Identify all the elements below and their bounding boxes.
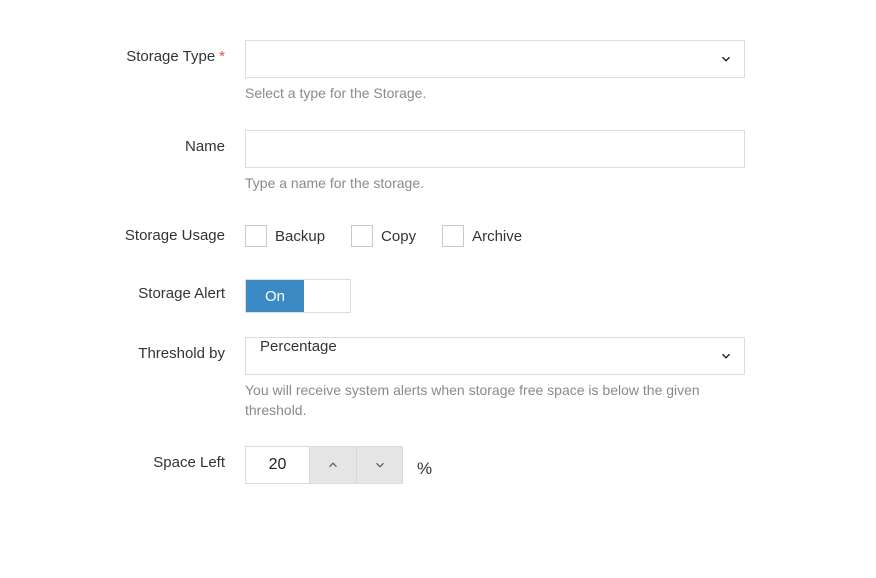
threshold-by-hint: You will receive system alerts when stor… bbox=[245, 381, 745, 420]
toggle-on-label: On bbox=[246, 280, 304, 312]
stepper-up-button[interactable] bbox=[310, 447, 356, 483]
chevron-down-icon bbox=[373, 458, 387, 472]
stepper-down-button[interactable] bbox=[356, 447, 402, 483]
storage-form: Storage Type* Select a type for the Stor… bbox=[0, 0, 876, 528]
name-hint: Type a name for the storage. bbox=[245, 174, 745, 194]
threshold-by-value: Percentage bbox=[260, 338, 337, 355]
checkbox-box bbox=[245, 225, 267, 247]
storage-type-select[interactable] bbox=[245, 40, 745, 78]
storage-type-label-text: Storage Type bbox=[126, 48, 215, 65]
storage-alert-label: Storage Alert bbox=[0, 279, 245, 302]
row-name: Name Type a name for the storage. bbox=[0, 130, 816, 216]
space-left-stepper: 20 bbox=[245, 446, 403, 484]
space-left-label: Space Left bbox=[0, 446, 245, 471]
checkbox-archive[interactable]: Archive bbox=[442, 225, 522, 247]
checkbox-backup[interactable]: Backup bbox=[245, 225, 325, 247]
toggle-off-segment bbox=[304, 280, 350, 312]
required-marker: * bbox=[219, 48, 225, 65]
storage-usage-label: Storage Usage bbox=[0, 219, 245, 244]
checkbox-box bbox=[442, 225, 464, 247]
row-space-left: Space Left 20 % bbox=[0, 446, 816, 484]
name-input[interactable] bbox=[245, 130, 745, 168]
checkbox-copy[interactable]: Copy bbox=[351, 225, 416, 247]
threshold-by-select[interactable]: Percentage bbox=[245, 337, 745, 375]
name-label: Name bbox=[0, 130, 245, 155]
threshold-by-label: Threshold by bbox=[0, 337, 245, 362]
chevron-up-icon bbox=[326, 458, 340, 472]
storage-type-label: Storage Type* bbox=[0, 40, 245, 65]
storage-type-hint: Select a type for the Storage. bbox=[245, 84, 745, 104]
row-storage-alert: Storage Alert On bbox=[0, 279, 816, 333]
row-storage-type: Storage Type* Select a type for the Stor… bbox=[0, 40, 816, 126]
checkbox-archive-label: Archive bbox=[472, 228, 522, 245]
checkbox-copy-label: Copy bbox=[381, 228, 416, 245]
space-left-value[interactable]: 20 bbox=[246, 447, 310, 483]
checkbox-backup-label: Backup bbox=[275, 228, 325, 245]
space-left-unit: % bbox=[417, 451, 432, 479]
row-threshold-by: Threshold by Percentage You will receive… bbox=[0, 337, 816, 442]
row-storage-usage: Storage Usage Backup Copy Archive bbox=[0, 219, 816, 275]
checkbox-box bbox=[351, 225, 373, 247]
storage-alert-toggle[interactable]: On bbox=[245, 279, 351, 313]
